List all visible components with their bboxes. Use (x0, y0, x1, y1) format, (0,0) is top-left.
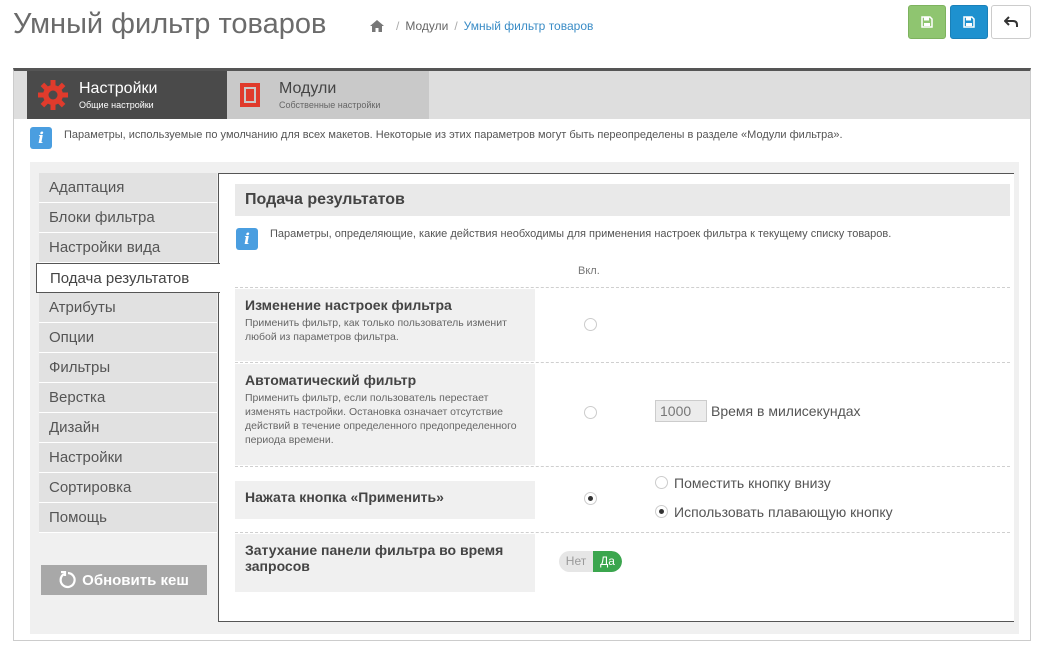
setting-title: Нажата кнопка «Применить» (245, 489, 444, 505)
button-bottom-radio[interactable] (655, 476, 668, 489)
back-button[interactable] (991, 5, 1031, 39)
on-change-radio[interactable] (584, 318, 597, 331)
setting-row-apply-button: Нажата кнопка «Применить» Поместить кноп… (235, 466, 1010, 532)
breadcrumb-smart-filter[interactable]: Умный фильтр товаров (464, 19, 594, 33)
save-and-stay-button[interactable] (950, 5, 988, 39)
toggle-off-label: Нет (565, 554, 587, 568)
setting-description: Применить фильтр, как только пользовател… (245, 317, 507, 343)
setting-row-auto-filter: Автоматический фильтр Применить фильтр, … (235, 362, 1010, 466)
tab-modules-title: Модули (279, 80, 337, 97)
setting-title: Изменение настроек фильтра (245, 297, 452, 313)
refresh-cache-label: Обновить кеш (82, 571, 189, 589)
setting-row-on-change: Изменение настроек фильтра Применить фил… (235, 287, 1010, 362)
sidebar-item-results[interactable]: Подача результатов (36, 263, 220, 293)
tab-modules[interactable]: Модули Собственные настройки (227, 71, 429, 119)
sidebar-menu: Адаптация Блоки фильтра Настройки вида П… (36, 173, 220, 533)
module-icon (237, 79, 269, 111)
setting-title: Автоматический фильтр (245, 372, 417, 388)
auto-filter-radio[interactable] (584, 406, 597, 419)
sidebar-item-adaptation[interactable]: Адаптация (39, 173, 217, 203)
apply-button-radio[interactable] (584, 492, 597, 505)
sidebar-item-help[interactable]: Помощь (39, 503, 217, 533)
tab-settings-subtitle: Общие настройки (79, 100, 154, 110)
breadcrumb-modules[interactable]: Модули (405, 19, 448, 33)
sidebar-item-settings[interactable]: Настройки (39, 443, 217, 473)
tab-modules-subtitle: Собственные настройки (279, 100, 381, 110)
sidebar-item-filters[interactable]: Фильтры (39, 353, 217, 383)
tabs-bar: Настройки Общие настройки Модули Собстве… (14, 71, 1030, 119)
delay-label: Время в милисекундах (711, 403, 861, 419)
floating-button-label: Использовать плавающую кнопку (674, 504, 893, 520)
button-bottom-label: Поместить кнопку внизу (674, 475, 831, 491)
results-section: Подача результатов i Параметры, определя… (218, 173, 1014, 622)
sidebar-item-design[interactable]: Дизайн (39, 413, 217, 443)
floating-button-radio[interactable] (655, 505, 668, 518)
page-title: Умный фильтр товаров (13, 8, 327, 40)
info-icon: i (236, 228, 258, 250)
enabled-column-header: Вкл. (578, 265, 600, 277)
sidebar-item-layout[interactable]: Верстка (39, 383, 217, 413)
sidebar-item-attributes[interactable]: Атрибуты (39, 293, 217, 323)
toggle-on-label: Да (593, 551, 622, 572)
back-arrow-icon (1004, 16, 1018, 27)
breadcrumb: / Модули / Умный фильтр товаров (370, 19, 593, 33)
info-icon: i (30, 127, 52, 149)
sidebar-item-sorting[interactable]: Сортировка (39, 473, 217, 503)
delay-input[interactable]: 1000 (655, 400, 707, 422)
sidebar-item-options[interactable]: Опции (39, 323, 217, 353)
info-main-text: Параметры, используемые по умолчанию для… (64, 129, 843, 141)
tab-settings-title: Настройки (79, 80, 158, 97)
sidebar-item-view-settings[interactable]: Настройки вида (39, 233, 217, 263)
save-button[interactable] (908, 5, 946, 39)
sidebar-item-filter-blocks[interactable]: Блоки фильтра (39, 203, 217, 233)
save-icon (921, 16, 933, 28)
setting-description: Применить фильтр, если пользователь пере… (245, 392, 517, 446)
fade-panel-toggle[interactable]: Нет Да (559, 551, 622, 572)
refresh-icon (59, 571, 76, 589)
setting-row-fade-panel: Затухание панели фильтра во время запрос… (235, 532, 1010, 592)
refresh-cache-button[interactable]: Обновить кеш (41, 565, 207, 595)
settings-panel: Настройки Общие настройки Модули Собстве… (13, 68, 1031, 641)
gear-icon (37, 79, 69, 111)
section-info-text: Параметры, определяющие, какие действия … (270, 228, 892, 240)
save-icon (963, 16, 975, 28)
setting-title: Затухание панели фильтра во время запрос… (245, 542, 504, 574)
tab-settings[interactable]: Настройки Общие настройки (27, 71, 227, 119)
home-icon[interactable] (370, 20, 384, 32)
section-title: Подача результатов (235, 184, 1010, 216)
